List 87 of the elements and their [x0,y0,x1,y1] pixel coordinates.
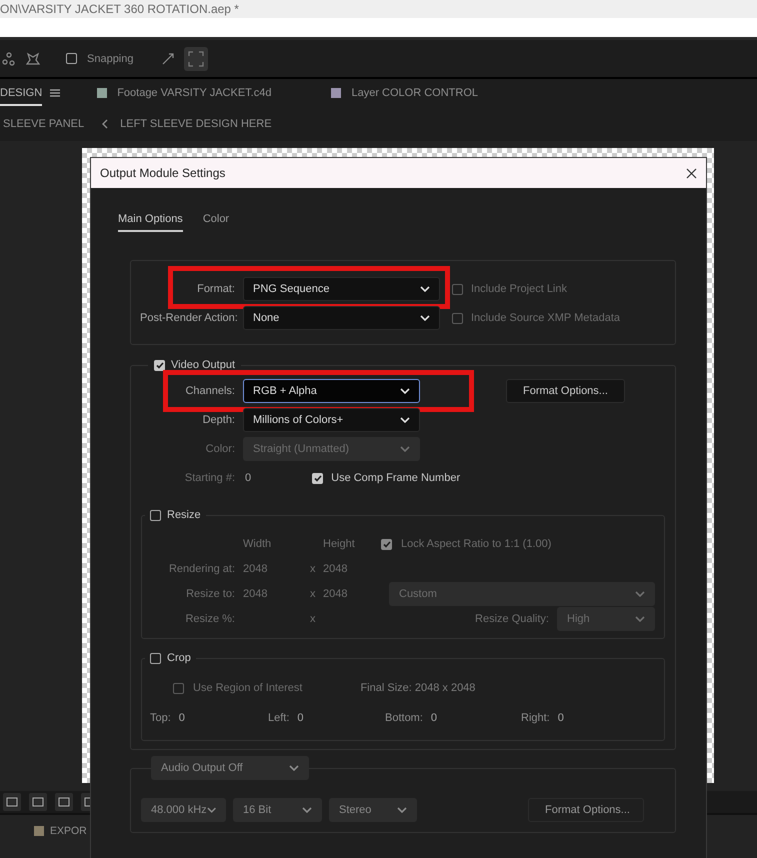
diagonal-arrow-icon[interactable] [162,52,174,64]
field-value: 2048 [323,587,348,602]
checkbox[interactable] [452,312,463,324]
dropdown[interactable]: 16 Bit [233,798,322,822]
field-label: Rendering at: [168,562,236,577]
chevron-icon [400,446,410,452]
checkbox-label: Include Source XMP Metadata [471,312,620,324]
dropdown[interactable]: None [243,306,440,330]
chevron-icon [635,591,645,597]
expand-icon[interactable] [184,46,208,70]
checkbox[interactable] [452,284,463,294]
chevron-icon [400,388,410,394]
checkbox[interactable] [150,652,161,664]
window-title: ON\VARSITY JACKET 360 ROTATION.aep * [0,0,757,18]
dialog-tab[interactable]: Color [202,213,230,232]
field-value: 0 [558,712,564,724]
chevron-icon [635,616,645,622]
chevron-icon [289,765,299,771]
field-label: Resize %: [184,612,236,627]
field-label: Left: [268,712,290,724]
checkbox-label: Crop [167,652,191,664]
checkbox[interactable] [173,682,184,694]
chevron-left-icon[interactable] [102,118,108,128]
checkbox-label: Resize [167,509,201,521]
field-value: 0 [245,472,252,484]
close-icon[interactable] [686,168,697,178]
field-value: 2048 [243,587,268,602]
checkbox-label: Lock Aspect Ratio to 1:1 (1.00) [401,538,552,550]
chevron-icon [420,315,430,321]
chevron-icon [397,807,407,813]
times-sign: x [310,612,316,627]
field-value: 0 [297,712,304,724]
breadcrumb-item[interactable]: SLEEVE PANEL [3,118,84,130]
dropdown[interactable]: PNG Sequence [243,277,440,301]
chevron-icon [420,286,430,292]
field-value: 2048 [323,562,348,577]
chevron-icon [400,417,410,423]
dropdown[interactable]: Custom [389,582,655,606]
star-outline-icon[interactable] [26,52,40,66]
checkbox-label: Video Output [171,359,236,371]
format-options-button[interactable]: Format Options... [506,379,625,403]
dropdown[interactable]: Stereo [329,798,417,822]
field-value: 0 [430,712,438,724]
final-size-text: Final Size: 2048 x 2048 [360,682,476,694]
field-label: Top: [150,712,171,724]
field-label: Post-Render Action: [140,312,235,324]
nodes-icon[interactable] [2,52,16,66]
dropdown[interactable]: RGB + Alpha [243,379,420,403]
checkbox-label: Use Region of Interest [193,682,302,694]
menu-icon[interactable] [50,88,60,96]
dropdown[interactable]: 48.000 kHz [141,798,226,822]
breadcrumb-item[interactable]: LEFT SLEEVE DESIGN HERE [120,118,272,130]
checkbox[interactable] [66,53,77,64]
checkbox[interactable] [381,538,392,550]
checkbox-label: Include Project Link [471,283,567,295]
panel-tab[interactable]: Layer COLOR CONTROL [351,79,478,106]
dialog-title: Output Module Settings [100,166,226,180]
format-options-button[interactable]: Format Options... [528,798,644,822]
field-label: Resize Quality: [475,613,549,625]
field-value: 0 [178,712,185,724]
square-icon[interactable] [29,793,47,811]
layer-name[interactable]: EXPOR [50,825,87,837]
column-header: Width [243,537,272,552]
frame-icon[interactable] [55,793,73,811]
panel-tab[interactable]: Footage VARSITY JACKET.c4d [117,79,272,106]
dropdown[interactable]: Audio Output Off [151,756,309,780]
field-label: Depth: [202,414,235,426]
field-label: Format: [196,283,235,295]
field-label: Starting #: [184,472,235,484]
snapping-label: Snapping [87,52,134,64]
checkbox[interactable] [150,510,161,520]
times-sign: x [310,562,316,577]
field-value: 2048 [243,562,268,577]
chevron-icon [206,807,216,813]
field-label: Resize to: [185,587,236,602]
field-label: Channels: [184,385,235,397]
dropdown[interactable]: High [557,607,655,631]
dropdown[interactable]: Millions of Colors+ [243,408,420,432]
chevron-icon [302,807,312,813]
field-label: Right: [521,712,550,724]
field-label: Bottom: [385,712,423,724]
field-label: Color: [204,443,235,455]
checkbox-label: Use Comp Frame Number [331,472,460,484]
column-header: Height [323,537,356,552]
dialog-tab[interactable]: Main Options [118,213,183,232]
panel-tab[interactable]: DESIGN [0,79,42,106]
times-sign: x [310,587,316,602]
